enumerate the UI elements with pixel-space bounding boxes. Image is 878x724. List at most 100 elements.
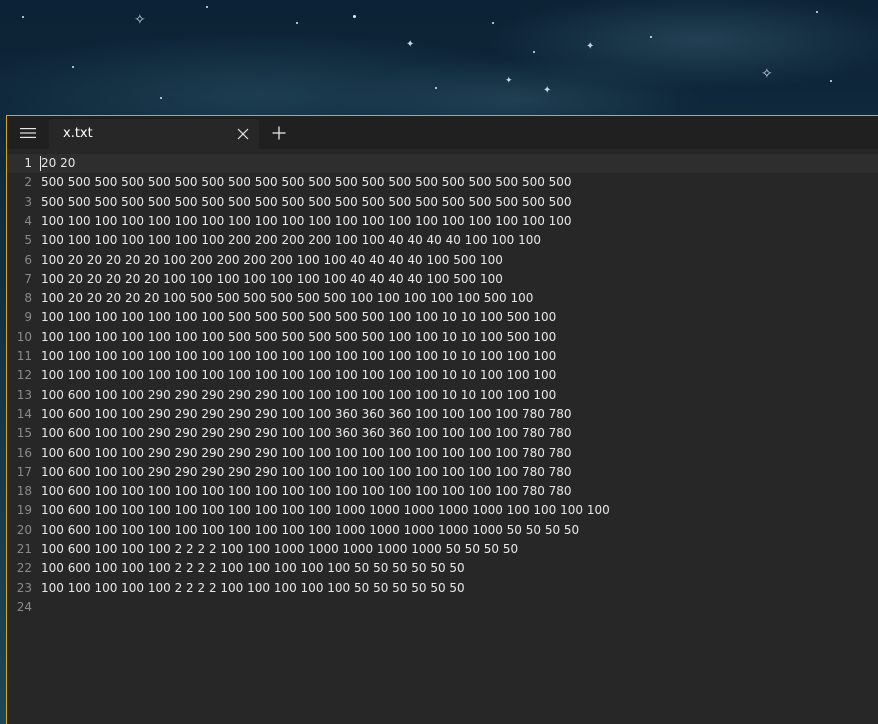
sparkle-icon: ✦	[406, 39, 415, 50]
editor-line[interactable]: 24	[7, 598, 878, 617]
close-tab-button[interactable]	[233, 124, 253, 144]
editor-line[interactable]: 17 100 600 100 100 290 290 290 290 290 10…	[7, 463, 878, 482]
line-text: 100 600 100 100 290 290 290 290 290 100 …	[41, 407, 572, 421]
line-text: 500 500 500 500 500 500 500 500 500 500 …	[41, 195, 572, 209]
editor-line[interactable]: 23 100 100 100 100 100 2 2 2 2 100 100 10…	[7, 579, 878, 598]
line-text: 100 600 100 100 290 290 290 290 290 100 …	[41, 465, 572, 479]
editor-line[interactable]: 14 100 600 100 100 290 290 290 290 290 10…	[7, 405, 878, 424]
line-text: 100 600 100 100 100 2 2 2 2 100 100 1000…	[41, 542, 519, 556]
line-text: 100 100 100 100 100 2 2 2 2 100 100 100 …	[41, 581, 465, 595]
line-number: 1	[24, 156, 32, 170]
editor-line[interactable]: 4 100 100 100 100 100 100 100 100 100 100…	[7, 212, 878, 231]
line-number: 6	[24, 253, 32, 267]
text-editor-area[interactable]: 1 20 20 2 500 500 500 500 500 500 500 500 5…	[7, 154, 878, 724]
line-number: 4	[24, 214, 32, 228]
editor-line[interactable]: 9 100 100 100 100 100 100 100 500 500 500…	[7, 308, 878, 327]
line-number: 22	[16, 561, 32, 575]
line-text: 100 100 100 100 100 100 100 100 100 100 …	[41, 214, 572, 228]
line-text: 100 600 100 100 290 290 290 290 290 100 …	[41, 426, 572, 440]
line-text: 100 100 100 100 100 100 100 200 200 200 …	[41, 233, 542, 247]
editor-line[interactable]: 3 500 500 500 500 500 500 500 500 500 500…	[7, 193, 878, 212]
editor-line[interactable]: 10 100 100 100 100 100 100 100 500 500 50…	[7, 328, 878, 347]
line-number: 20	[16, 523, 32, 537]
line-number: 16	[16, 446, 32, 460]
line-text: 500 500 500 500 500 500 500 500 500 500 …	[41, 175, 572, 189]
line-number: 12	[16, 368, 32, 382]
sparkle-icon: ✦	[586, 41, 595, 52]
line-number: 21	[16, 542, 32, 556]
line-number: 3	[24, 195, 32, 209]
star	[72, 66, 74, 68]
sparkle-icon: ✦	[505, 76, 513, 86]
text-cursor	[40, 156, 41, 171]
star	[206, 6, 208, 8]
line-number: 24	[16, 600, 32, 614]
line-number: 18	[16, 484, 32, 498]
editor-line[interactable]: 5 100 100 100 100 100 100 100 200 200 200…	[7, 231, 878, 250]
line-text: 100 600 100 100 100 100 100 100 100 100 …	[41, 523, 580, 537]
editor-line[interactable]: 6 100 20 20 20 20 20 100 200 200 200 200 …	[7, 251, 878, 270]
editor-line[interactable]: 2 500 500 500 500 500 500 500 500 500 500…	[7, 173, 878, 192]
line-text: 20 20	[41, 156, 76, 170]
editor-line[interactable]: 15 100 600 100 100 290 290 290 290 290 10…	[7, 424, 878, 443]
editor-line[interactable]: 12 100 100 100 100 100 100 100 100 100 10…	[7, 366, 878, 385]
line-text: 100 100 100 100 100 100 100 100 100 100 …	[41, 368, 557, 382]
star	[533, 51, 535, 53]
hamburger-menu-icon	[20, 127, 36, 138]
line-number: 8	[24, 291, 32, 305]
sparkle-icon: ✧	[134, 12, 146, 28]
star	[22, 16, 24, 18]
line-text: 100 100 100 100 100 100 100 500 500 500 …	[41, 330, 557, 344]
editor-line[interactable]: 8 100 20 20 20 20 20 100 500 500 500 500 …	[7, 289, 878, 308]
editor-line[interactable]: 13 100 600 100 100 290 290 290 290 290 10…	[7, 386, 878, 405]
editor-line[interactable]: 21 100 600 100 100 100 2 2 2 2 100 100 10…	[7, 540, 878, 559]
line-text: 100 600 100 100 290 290 290 290 290 100 …	[41, 388, 557, 402]
star	[160, 97, 162, 99]
line-number: 23	[16, 581, 32, 595]
line-text: 100 100 100 100 100 100 100 500 500 500 …	[41, 310, 557, 324]
sparkle-icon: ✦	[543, 85, 552, 96]
star	[816, 11, 818, 13]
line-number: 11	[16, 349, 32, 363]
editor-line[interactable]: 11 100 100 100 100 100 100 100 100 100 10…	[7, 347, 878, 366]
line-number: 14	[16, 407, 32, 421]
line-number: 13	[16, 388, 32, 402]
editor-line[interactable]: 18 100 600 100 100 100 100 100 100 100 10…	[7, 482, 878, 501]
menu-button[interactable]	[7, 116, 49, 149]
line-number: 7	[24, 272, 32, 286]
line-number: 9	[24, 310, 32, 324]
editor-line[interactable]: 20 100 600 100 100 100 100 100 100 100 10…	[7, 521, 878, 540]
star	[353, 15, 356, 18]
sparkle-icon: ✧	[761, 66, 773, 82]
new-tab-button[interactable]	[266, 120, 292, 146]
line-number: 19	[16, 503, 32, 517]
notepad-window: x.txt 1 20 20 2 500 500 500 500 500 500 500…	[6, 115, 878, 724]
close-icon	[237, 128, 249, 140]
star	[650, 36, 652, 38]
star	[830, 80, 832, 82]
tab-bar: x.txt	[7, 116, 878, 149]
editor-line[interactable]: 16 100 600 100 100 290 290 290 290 290 10…	[7, 444, 878, 463]
line-text: 100 20 20 20 20 20 100 100 100 100 100 1…	[41, 272, 503, 286]
editor-line[interactable]: 19 100 600 100 100 100 100 100 100 100 10…	[7, 501, 878, 520]
line-text: 100 600 100 100 100 2 2 2 2 100 100 100 …	[41, 561, 465, 575]
line-text: 100 600 100 100 100 100 100 100 100 100 …	[41, 503, 610, 517]
star	[296, 22, 298, 24]
line-number: 17	[16, 465, 32, 479]
tab-title: x.txt	[63, 126, 93, 141]
line-number: 10	[16, 330, 32, 344]
star	[435, 87, 437, 89]
line-number: 5	[24, 233, 32, 247]
line-number: 2	[24, 175, 32, 189]
tab-x-txt[interactable]: x.txt	[49, 119, 259, 149]
editor-line[interactable]: 22 100 600 100 100 100 2 2 2 2 100 100 10…	[7, 559, 878, 578]
line-text: 100 600 100 100 290 290 290 290 290 100 …	[41, 446, 572, 460]
line-text: 100 20 20 20 20 20 100 200 200 200 200 1…	[41, 253, 503, 267]
line-text: 100 600 100 100 100 100 100 100 100 100 …	[41, 484, 572, 498]
line-text: 100 20 20 20 20 20 100 500 500 500 500 5…	[41, 291, 534, 305]
editor-line[interactable]: 7 100 20 20 20 20 20 100 100 100 100 100 …	[7, 270, 878, 289]
line-text: 100 100 100 100 100 100 100 100 100 100 …	[41, 349, 557, 363]
star	[492, 22, 494, 24]
editor-line[interactable]: 1 20 20	[7, 154, 878, 173]
line-number: 15	[16, 426, 32, 440]
